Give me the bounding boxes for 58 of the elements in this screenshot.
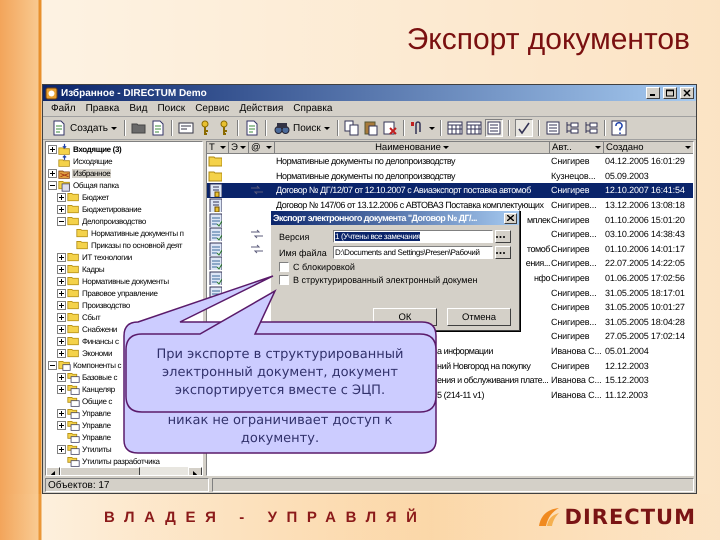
slide-title: Экспорт документов <box>406 23 690 57</box>
author-cell: Снигирев <box>551 273 590 284</box>
date-cell: 22.07.2005 14:22:05 <box>605 258 685 268</box>
date-cell: 31.05.2005 10:01:27 <box>605 302 685 312</box>
field-label: Имя файла <box>279 248 328 258</box>
author-cell: Снигирев... <box>551 316 596 327</box>
date-cell: 05.09.2003 <box>605 170 649 181</box>
dialog-title: Экспорт электронного документа "Договор № ДГ/... <box>273 213 478 223</box>
date-cell: 12.10.2007 16:41:54 <box>605 185 685 196</box>
date-cell: 31.05.2005 18:04:28 <box>605 316 685 327</box>
callout-text: никак не ограничивает доступ к документу. <box>166 412 394 448</box>
date-cell: 15.12.2003 <box>605 375 649 386</box>
author-cell: Снигирев <box>551 360 590 371</box>
author-cell: Снигирев <box>551 302 590 312</box>
author-cell: Снигирев... <box>551 229 596 240</box>
document-name: нфо <box>534 273 550 284</box>
author-cell: Снигирев <box>551 156 590 166</box>
date-cell: 03.10.2006 14:38:43 <box>605 229 685 240</box>
document-name: Договор № ДГ/12/07 от 12.10.2007 с Авиаэкспорт поставка автомоб <box>276 185 531 196</box>
author-cell: Кузнецов... <box>551 170 596 181</box>
date-cell: 01.10.2006 15:01:20 <box>605 214 685 225</box>
date-cell: 11.12.2003 <box>605 390 648 400</box>
document-name: Договор № 147/06 от 13.12.2006 с АВТОВАЗ Поставка комплектующих <box>276 200 544 210</box>
date-cell: 27.05.2005 17:02:14 <box>605 331 685 342</box>
author-cell: Снигирев <box>551 214 590 225</box>
slogan: ВЛАДЕЯ - УПРАВЛЯЙ <box>104 508 427 526</box>
date-cell: 31.05.2005 18:17:01 <box>605 288 685 298</box>
author-cell: Снигирев <box>551 331 590 342</box>
logo-text: DIRECTUM <box>564 505 696 529</box>
author-cell: Снигирев... <box>551 288 596 298</box>
author-cell: Иванова С... <box>551 390 602 400</box>
field-label: Версия <box>279 232 310 242</box>
window-title: Избранное - DIRECTUM Demo <box>61 88 208 98</box>
author-cell: Снигирев... <box>551 200 596 210</box>
date-cell: 01.06.2005 17:02:56 <box>605 273 685 284</box>
date-cell: 04.12.2005 16:01:29 <box>605 156 685 166</box>
author-cell: Иванова С... <box>551 375 602 386</box>
document-name: ний Новгород на покупку <box>437 360 530 371</box>
document-name: ения и обслуживания плате... <box>437 375 548 386</box>
date-cell: 01.10.2006 14:01:17 <box>605 244 685 254</box>
date-cell: 05.01.2004 <box>605 346 649 356</box>
author-cell: Иванова С... <box>551 346 602 356</box>
document-name: ения... <box>526 258 550 268</box>
checkbox-label: В структурированный электронный докумен <box>293 275 478 285</box>
document-name: мплек <box>526 214 550 225</box>
author-cell: Снигирев <box>551 185 590 196</box>
author-cell: Снигирев <box>551 244 590 254</box>
document-name: 5 (214-11 v1) <box>437 390 484 400</box>
document-name: а информации <box>437 346 493 356</box>
checkbox-label: С блокировкой <box>293 262 355 272</box>
author-cell: Снигирев... <box>551 258 596 268</box>
document-name: Нормативные документы по делопроизводству <box>276 170 456 181</box>
document-name: томоб <box>526 244 550 254</box>
document-name: Нормативные документы по делопроизводству <box>276 156 456 166</box>
date-cell: 13.12.2006 13:08:18 <box>605 200 685 210</box>
status-text: Объектов: 17 <box>45 478 209 492</box>
date-cell: 12.12.2003 <box>605 360 649 371</box>
callout-text: При экспорте в структурированный электронный документ, документ экспортируется вместе с ЭЦП. <box>156 346 404 400</box>
